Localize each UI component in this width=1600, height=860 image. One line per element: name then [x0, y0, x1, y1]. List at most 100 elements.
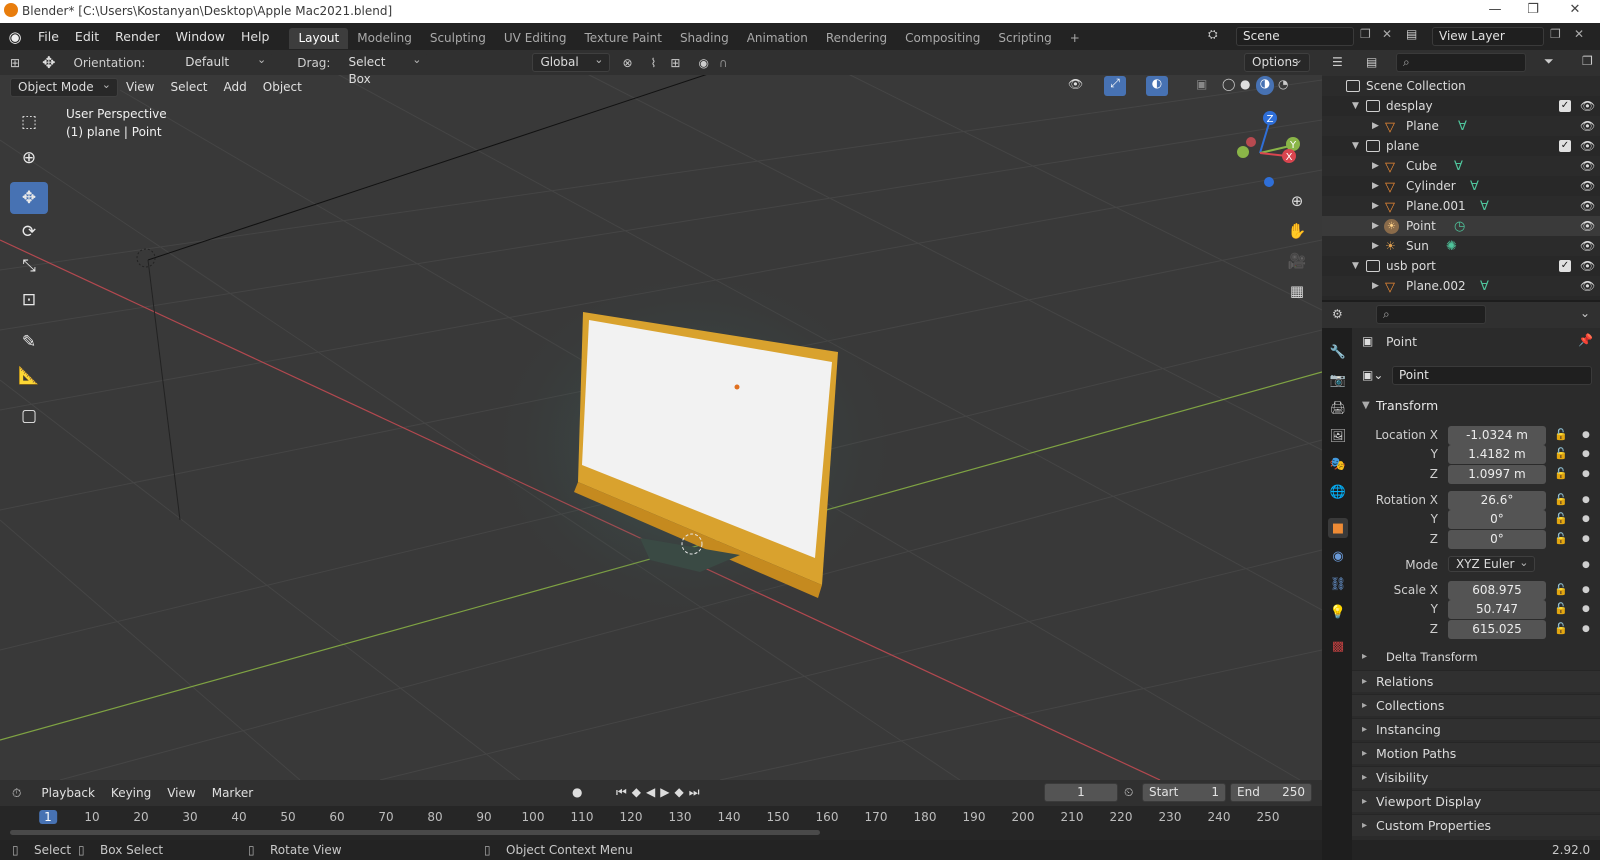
camera-view-icon[interactable]: 🎥 — [1284, 248, 1310, 274]
gizmo-toggle-icon[interactable]: ⤢ — [1104, 76, 1126, 96]
outliner-tree[interactable]: Scene Collection ▼ desplay ✓ 👁 ▶ ▽ Plane… — [1322, 76, 1600, 300]
mesh-data-icon[interactable]: ∀ — [1480, 197, 1489, 217]
timeline-scrollbar[interactable] — [10, 830, 820, 835]
drag-dropdown[interactable]: Select Box — [340, 51, 429, 86]
object-mode-dropdown[interactable]: Object Mode — [10, 76, 118, 97]
visibility-eye-icon[interactable]: 👁 — [1580, 156, 1595, 176]
mesh-data-icon[interactable]: ∀ — [1458, 117, 1467, 137]
object-tab-icon[interactable]: ■ — [1328, 518, 1348, 538]
options-dropdown[interactable]: Options — [1244, 51, 1310, 72]
expand-arrow-icon[interactable]: ▶ — [1372, 236, 1379, 256]
viewport-menu-view[interactable]: View — [118, 75, 162, 99]
keyframe-dot-icon[interactable]: ● — [1582, 585, 1590, 595]
viewport-menu-object[interactable]: Object — [255, 75, 310, 99]
outliner-row-plane-001[interactable]: ▶ ▽ Plane.001 ∀ 👁 — [1322, 196, 1600, 216]
custom-properties-panel[interactable]: Custom Properties — [1352, 814, 1600, 837]
mesh-data-icon[interactable]: ∀ — [1470, 177, 1479, 197]
pin-icon[interactable]: 📌 — [1578, 333, 1593, 347]
new-collection-icon[interactable]: ❐ — [1582, 54, 1593, 68]
outliner-row-cylinder[interactable]: ▶ ▽ Cylinder ∀ 👁 — [1322, 176, 1600, 196]
timeline-menu-marker[interactable]: Marker — [204, 780, 261, 806]
rotation-y-field[interactable]: 0° — [1448, 510, 1546, 529]
expand-arrow-icon[interactable]: ▶ — [1372, 176, 1379, 196]
transform-tool-icon[interactable]: ⊡ — [10, 284, 48, 316]
filter-icon[interactable]: ⏷ — [1544, 54, 1554, 69]
scale-y-field[interactable]: 50.747 — [1448, 600, 1546, 619]
outliner-row-cube[interactable]: ▶ ▽ Cube ∀ 👁 — [1322, 156, 1600, 176]
texture-tab-icon[interactable]: ▩ — [1328, 636, 1348, 656]
timeline-tick-current[interactable]: 1 — [39, 810, 57, 824]
location-y-field[interactable]: 1.4182 m — [1448, 445, 1546, 464]
new-view-layer-icon[interactable]: ❐ — [1550, 27, 1561, 41]
tab-scripting[interactable]: Scripting — [989, 28, 1060, 49]
properties-editor-icon[interactable]: ⚙ — [1332, 307, 1343, 321]
location-z-field[interactable]: 1.0997 m — [1448, 465, 1546, 484]
lock-icon[interactable]: 🔓 — [1554, 467, 1568, 480]
annotate-tool-icon[interactable]: ✎ — [10, 326, 48, 358]
snap-icon[interactable]: ⌇ — [651, 56, 657, 70]
timeline-menu-playback[interactable]: Playback — [33, 780, 103, 806]
stopwatch-icon[interactable]: ⏲ — [1124, 785, 1133, 800]
start-frame-field[interactable]: Start 1 — [1142, 783, 1226, 802]
visibility-panel[interactable]: Visibility — [1352, 766, 1600, 789]
zoom-icon[interactable]: ⊕ — [1284, 188, 1310, 214]
keyframe-dot-icon[interactable]: ● — [1582, 560, 1590, 570]
tab-shading[interactable]: Shading — [671, 28, 738, 49]
rotation-z-field[interactable]: 0° — [1448, 530, 1546, 549]
visibility-eye-icon[interactable]: 👁 — [1580, 236, 1595, 256]
lock-icon[interactable]: 🔓 — [1554, 447, 1568, 460]
visibility-icon[interactable]: 👁 — [1068, 77, 1083, 91]
lock-icon[interactable]: 🔓 — [1554, 428, 1568, 441]
timeline-menu-view[interactable]: View — [159, 780, 203, 806]
outliner-editor-icon[interactable]: ☰ — [1332, 55, 1343, 69]
record-icon[interactable]: ● — [572, 785, 582, 799]
wireframe-shading-icon[interactable]: ◯ — [1222, 77, 1235, 91]
maximize-button[interactable]: ❐ — [1518, 2, 1548, 17]
visibility-eye-icon[interactable]: 👁 — [1580, 136, 1595, 156]
scale-z-field[interactable]: 615.025 — [1448, 620, 1546, 639]
outliner-row-plane-002[interactable]: ▶ ▽ Plane.002 ∀ 👁 — [1322, 276, 1600, 296]
tab-rendering[interactable]: Rendering — [817, 28, 896, 49]
keyframe-dot-icon[interactable]: ● — [1582, 624, 1590, 634]
select-box-tool-icon[interactable]: ⬚ — [10, 106, 48, 138]
relations-panel[interactable]: Relations — [1352, 670, 1600, 693]
modifier-tab-icon[interactable]: ◉ — [1328, 546, 1348, 566]
collapse-arrow-icon[interactable]: ▼ — [1362, 400, 1370, 411]
light-data-tab-icon[interactable]: 💡 — [1328, 602, 1348, 622]
keyframe-dot-icon[interactable]: ● — [1582, 495, 1590, 505]
measure-tool-icon[interactable]: 📐 — [10, 360, 48, 392]
object-browse-icon[interactable]: ▣⌄ — [1362, 368, 1383, 382]
keyframe-dot-icon[interactable]: ● — [1582, 430, 1590, 440]
new-scene-icon[interactable]: ❐ — [1360, 27, 1371, 41]
pan-hand-icon[interactable]: ✋ — [1284, 218, 1310, 244]
properties-options-icon[interactable]: ⌄ — [1580, 306, 1590, 320]
add-workspace-button[interactable]: + — [1061, 28, 1089, 49]
exclude-checkbox[interactable]: ✓ — [1559, 100, 1571, 112]
expand-arrow-icon[interactable]: ▶ — [1372, 156, 1379, 176]
transform-orientation-dropdown[interactable]: Global — [532, 51, 611, 72]
instancing-panel[interactable]: Instancing — [1352, 718, 1600, 741]
timeline-editor-icon[interactable]: ⏱ — [12, 786, 21, 801]
location-x-field[interactable]: -1.0324 m — [1448, 426, 1546, 445]
expand-arrow-icon[interactable]: ▶ — [1372, 216, 1379, 236]
tool-tab-icon[interactable]: 🔧 — [1328, 342, 1348, 362]
outliner-row-point[interactable]: ▶ ☀ Point ◷ 👁 — [1322, 216, 1600, 236]
current-frame-field[interactable]: 1 — [1044, 783, 1118, 802]
menu-render[interactable]: Render — [107, 23, 168, 50]
visibility-eye-icon[interactable]: 👁 — [1580, 176, 1595, 196]
visibility-eye-icon[interactable]: 👁 — [1580, 96, 1595, 116]
outliner-row-plane[interactable]: ▶ ▽ Plane ∀ 👁 — [1322, 116, 1600, 136]
scene-browse-icon[interactable]: ⛭ — [1208, 27, 1218, 42]
menu-file[interactable]: File — [30, 23, 67, 50]
mesh-data-icon[interactable]: ∀ — [1480, 277, 1489, 297]
visibility-eye-icon[interactable]: 👁 — [1580, 276, 1595, 296]
delete-scene-icon[interactable]: ✕ — [1382, 27, 1392, 41]
add-cube-tool-icon[interactable]: ▢ — [10, 400, 48, 432]
outliner-row-desplay[interactable]: ▼ desplay ✓ 👁 — [1322, 96, 1600, 116]
display-mode-icon[interactable]: ▤ — [1366, 55, 1377, 69]
expand-arrow-icon[interactable]: ▶ — [1372, 196, 1379, 216]
lock-icon[interactable]: 🔓 — [1554, 602, 1568, 615]
light-data-icon[interactable]: ◷ — [1454, 217, 1465, 237]
delete-view-layer-icon[interactable]: ✕ — [1574, 27, 1584, 41]
solid-shading-icon[interactable]: ● — [1240, 77, 1250, 91]
